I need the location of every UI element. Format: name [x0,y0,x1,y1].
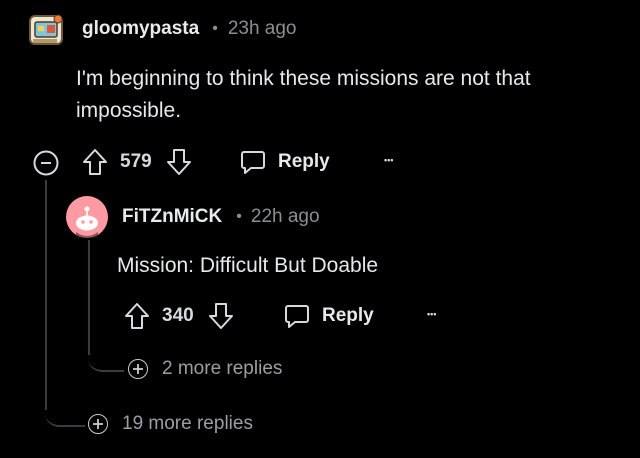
thread-line-reply [88,240,90,355]
reply-username[interactable]: FiTZnMiCK [122,206,222,228]
more-replies-label: 19 more replies [122,413,253,434]
upvote-icon[interactable] [82,148,108,176]
avatar[interactable] [27,10,67,50]
vote-count: 340 [162,305,194,326]
overflow-icon[interactable]: ••• [384,155,393,165]
reply-label: Reply [278,151,330,172]
vote-count: 579 [120,151,152,172]
comment-body: I'm beginning to think these missions ar… [76,67,531,122]
reply-bubble-icon [284,303,310,329]
downvote-icon[interactable] [208,302,234,330]
reply-body: Mission: Difficult But Doable [117,254,379,277]
comment-timestamp[interactable]: 23h ago [228,18,297,40]
reply-button[interactable]: Reply [240,149,330,175]
more-replies-button[interactable]: 2 more replies [128,358,282,380]
downvote-icon[interactable] [166,148,192,176]
collapse-icon[interactable] [33,150,59,176]
expand-plus-icon [88,414,108,434]
reply-button[interactable]: Reply [284,303,374,329]
separator-dot: • [212,20,218,37]
comment-username[interactable]: gloomypasta [82,18,199,40]
reply-label: Reply [322,305,374,326]
thread-curve-main [45,395,85,427]
more-replies-label: 2 more replies [162,358,283,379]
reply-timestamp[interactable]: 22h ago [251,206,320,228]
upvote-icon[interactable] [124,302,150,330]
expand-plus-icon [128,359,148,379]
avatar[interactable] [66,196,108,238]
thread-curve-reply [88,340,124,372]
thread-line-main [45,180,47,410]
separator-dot: • [236,208,242,225]
reply-bubble-icon [240,149,266,175]
more-replies-button[interactable]: 19 more replies [88,413,253,435]
overflow-icon[interactable]: ••• [427,309,436,319]
